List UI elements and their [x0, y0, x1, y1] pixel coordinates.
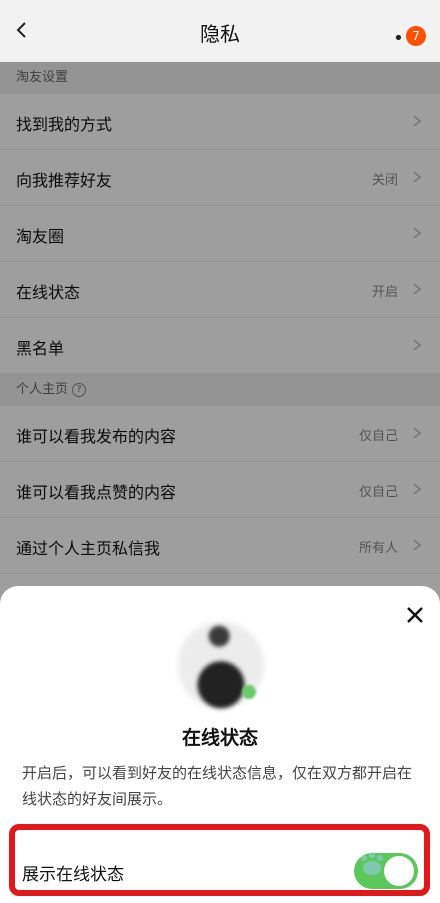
sheet-description: 开启后，可以看到好友的在线状态信息，仅在双方都开启在线状态的好友间展示。: [22, 764, 413, 808]
close-icon[interactable]: [406, 606, 424, 624]
sheet-title: 在线状态: [181, 727, 258, 749]
toggle-label: 展示在线状态: [22, 865, 124, 885]
online-status-sheet: 在线状态 开启后，可以看到好友的在线状态信息，仅在双方都开启在线状态的好友间展示…: [0, 586, 440, 903]
more-menu-button[interactable]: ••• 7: [393, 16, 430, 48]
notification-badge: 7: [406, 26, 426, 46]
page-title: 隐私: [200, 22, 240, 46]
online-dot-icon: [242, 685, 256, 699]
top-bar: 隐私 ••• 7: [0, 0, 440, 62]
watermark-logo-icon: [361, 852, 383, 875]
